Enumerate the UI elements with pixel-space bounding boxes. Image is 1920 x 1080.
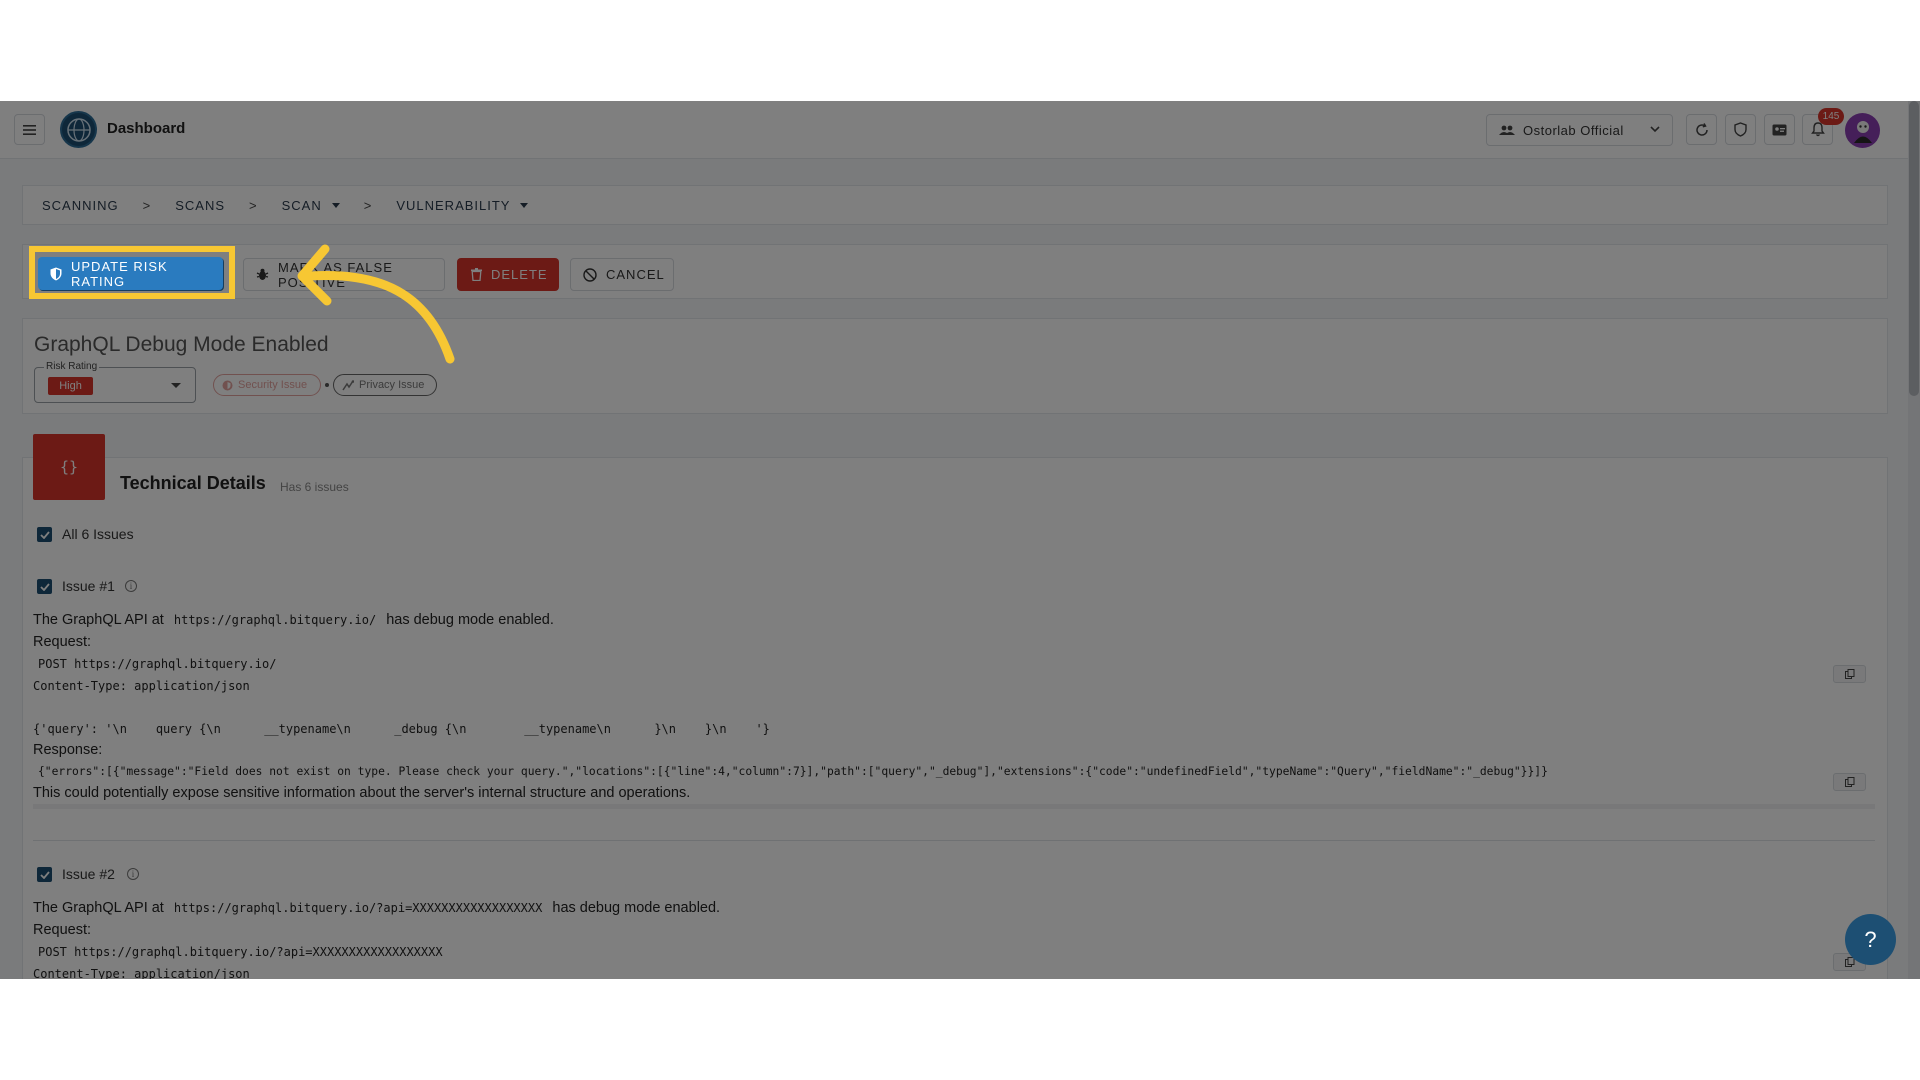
breadcrumb-label: VULNERABILITY	[396, 197, 511, 213]
issue-url: https://graphql.bitquery.io/	[173, 613, 377, 627]
scrollbar-thumb[interactable]	[1909, 101, 1919, 396]
cancel-label: CANCEL	[606, 267, 665, 282]
technical-details-title: Technical Details	[120, 473, 266, 493]
issue-intro-text: The GraphQL API at	[33, 612, 164, 628]
dropdown-caret-icon	[331, 202, 340, 208]
privacy-icon	[342, 379, 354, 391]
issue-2-checkbox[interactable]	[37, 867, 52, 882]
issue-1-checkbox[interactable]	[37, 579, 52, 594]
issue-1-intro: The GraphQL API at https://graphql.bitqu…	[33, 612, 554, 628]
request-header: Content-Type: application/json	[33, 679, 250, 693]
all-issues-checkbox[interactable]	[37, 527, 52, 542]
request-line: POST https://graphql.bitquery.io/?api=XX…	[38, 945, 443, 959]
info-icon[interactable]: i	[127, 868, 139, 880]
request-line: POST https://graphql.bitquery.io/	[38, 657, 277, 671]
checkmark-icon	[39, 870, 50, 879]
tag-separator-dot	[325, 383, 329, 387]
organization-select[interactable]: Ostorlab Official	[1486, 114, 1673, 146]
security-button[interactable]	[1725, 114, 1756, 145]
delete-label: DELETE	[491, 267, 548, 282]
breadcrumb-separator: >	[363, 197, 373, 213]
issue-url: https://graphql.bitquery.io/?api=XXXXXXX…	[173, 901, 543, 915]
cancel-button[interactable]: CANCEL	[570, 258, 674, 291]
request-label: Request:	[33, 634, 92, 650]
notification-count-badge: 145	[1818, 108, 1844, 125]
breadcrumb-label: SCANNING	[42, 197, 119, 213]
chevron-down-icon	[1650, 126, 1660, 133]
app-frame: Dashboard Ostorlab Official 145 SCANNING…	[0, 101, 1920, 979]
ticket-button[interactable]	[1764, 114, 1795, 145]
breadcrumb-label: SCAN	[281, 197, 322, 213]
request-body: {'query': '\n query {\n __typename\n _de…	[33, 722, 770, 736]
issue-2-intro: The GraphQL API at https://graphql.bitqu…	[33, 900, 720, 916]
menu-toggle-button[interactable]	[14, 114, 45, 145]
copy-icon	[1844, 777, 1854, 787]
refresh-icon	[1695, 122, 1708, 136]
user-avatar[interactable]	[1845, 113, 1880, 148]
response-body: {"errors":[{"message":"Field does not ex…	[38, 765, 1548, 778]
users-icon	[1499, 125, 1515, 135]
copy-request-button[interactable]	[1833, 665, 1866, 683]
response-label: Response:	[33, 742, 103, 758]
info-icon[interactable]: i	[125, 580, 137, 592]
risk-rating-label: Risk Rating	[44, 361, 100, 372]
security-issue-tag: Security Issue	[213, 374, 321, 396]
block-icon	[583, 267, 597, 282]
code-braces-icon: {}	[33, 434, 105, 500]
app-title: Dashboard	[107, 120, 186, 137]
request-label: Request:	[33, 922, 92, 938]
breadcrumb-scans[interactable]: SCANS	[175, 198, 225, 213]
issue-intro-text: has debug mode enabled.	[386, 612, 554, 628]
app-logo[interactable]	[60, 111, 97, 148]
all-issues-label: All 6 Issues	[62, 526, 134, 542]
risk-rating-select[interactable]: Risk Rating High	[34, 361, 196, 403]
request-header: Content-Type: application/json	[33, 967, 250, 979]
issue-2-label: Issue #2	[62, 866, 115, 882]
checkmark-icon	[39, 582, 50, 591]
issue-1-label: Issue #1	[62, 578, 115, 594]
dropdown-caret-icon	[171, 383, 181, 388]
copy-response-button[interactable]	[1833, 773, 1866, 791]
shield-icon	[1734, 122, 1747, 137]
breadcrumb-scanning[interactable]: SCANNING	[42, 198, 119, 213]
dropdown-caret-icon	[520, 202, 529, 208]
issue-intro-text: The GraphQL API at	[33, 900, 164, 916]
top-app-bar: Dashboard Ostorlab Official 145	[0, 101, 1920, 159]
globe-logo-icon	[66, 117, 91, 142]
risk-rating-chip: High	[48, 377, 93, 395]
id-card-icon	[1772, 124, 1787, 135]
avatar-icon	[1853, 120, 1872, 143]
help-button[interactable]: ?	[1845, 914, 1896, 965]
breadcrumb-label: SCANS	[175, 197, 226, 213]
issue-divider	[33, 840, 1875, 841]
copy-icon	[1844, 669, 1854, 679]
tutorial-arrow-icon	[297, 244, 455, 364]
issue-1-conclusion: This could potentially expose sensitive …	[33, 785, 691, 801]
security-issue-label: Security Issue	[238, 379, 308, 391]
privacy-issue-label: Privacy Issue	[359, 379, 425, 391]
breadcrumb: SCANNING > SCANS > SCAN > VULNERABILITY	[22, 185, 1888, 225]
organization-name: Ostorlab Official	[1523, 122, 1624, 138]
issue-intro-text: has debug mode enabled.	[552, 900, 721, 916]
hamburger-icon	[23, 124, 36, 135]
issue-spacer	[33, 804, 1875, 809]
breadcrumb-separator: >	[249, 197, 258, 213]
security-icon	[222, 380, 233, 391]
breadcrumb-separator: >	[142, 197, 152, 213]
bug-icon	[256, 268, 269, 281]
technical-details-subtitle: Has 6 issues	[280, 480, 349, 494]
breadcrumb-vulnerability[interactable]: VULNERABILITY	[396, 197, 529, 213]
tutorial-highlight-box	[29, 246, 235, 299]
checkmark-icon	[39, 530, 50, 539]
privacy-issue-tag: Privacy Issue	[333, 374, 437, 396]
breadcrumb-scan[interactable]: SCAN	[282, 198, 340, 213]
delete-button[interactable]: DELETE	[457, 258, 559, 291]
trash-icon	[471, 268, 482, 281]
scan-refresh-button[interactable]	[1686, 114, 1717, 145]
